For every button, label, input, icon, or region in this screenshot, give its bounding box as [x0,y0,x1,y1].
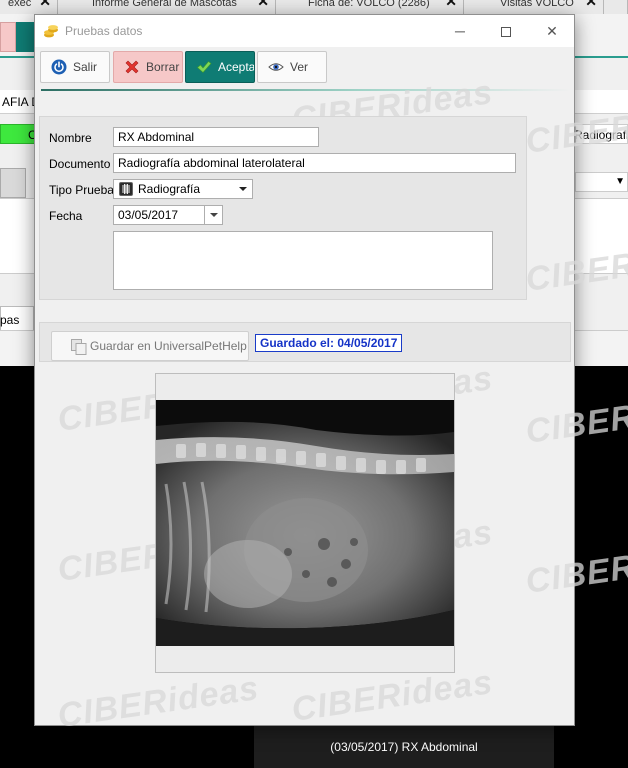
eye-icon [268,63,284,71]
name-label: Nombre [49,131,92,145]
background-green-status: C [0,124,37,144]
background-tab-pruebas-label: pas [0,313,20,327]
document-label: Documento [49,157,111,171]
background-tab-pruebas[interactable]: pas [0,306,34,330]
background-accept-button[interactable] [16,22,36,52]
radiography-icon [119,182,133,196]
dialog-title: Pruebas datos [65,24,143,38]
maximize-button[interactable] [483,15,529,47]
saved-status-text: Guardado el: 04/05/2017 [260,336,398,350]
accept-button-label: Aceptar [218,60,255,74]
pruebas-datos-dialog: Pruebas datos ─ ✕ Salir Borrar Aceptar [34,14,628,735]
save-button-label: Guardar en UniversalPetHelp [90,339,247,353]
document-input[interactable]: Radiografía abdominal laterolateral [113,153,516,173]
copy-icon [71,339,87,355]
background-tab-label: Visitas VOLCO [500,0,574,9]
background-combo[interactable]: ▼ [575,172,628,192]
date-label: Fecha [49,209,83,223]
background-tab-label: Ficha de: VOLCO (2286) [308,0,430,9]
background-tab-exec[interactable]: exec ✕ [0,0,58,14]
background-tab-label: Informe General de Mascotas [92,0,237,9]
minimize-button[interactable]: ─ [437,15,483,47]
chevron-down-icon [234,180,252,198]
close-button[interactable]: ✕ [529,15,575,47]
power-icon [51,59,67,75]
background-tab-informe[interactable]: Informe General de Mascotas ✕ [58,0,276,14]
maximize-icon [501,27,511,38]
background-caption-text: (03/05/2017) RX Abdominal [330,740,478,754]
minimize-icon: ─ [455,23,465,39]
test-type-select[interactable]: Radiografía [113,179,253,199]
close-icon[interactable]: ✕ [585,0,597,8]
delete-button-label: Borrar [146,60,180,74]
dialog-titlebar[interactable]: Pruebas datos ─ ✕ [35,15,574,47]
close-icon: ✕ [546,23,558,39]
close-icon[interactable]: ✕ [39,0,51,8]
background-tab-more[interactable] [604,0,628,14]
accept-button[interactable]: Aceptar [185,51,255,83]
watermark: CIBERideas [55,669,262,735]
view-button[interactable]: Ver [257,51,327,83]
background-right-field: Radiografia [575,124,628,144]
background-delete-button[interactable] [0,22,16,52]
view-button-label: Ver [290,60,309,74]
exit-button-label: Salir [73,60,98,74]
delete-button[interactable]: Borrar [113,51,183,83]
date-picker[interactable]: 03/05/2017 [113,205,223,225]
test-type-value: Radiografía [138,182,201,196]
date-value: 03/05/2017 [118,208,179,222]
background-right-text: Radiografia [575,128,627,142]
chevron-down-icon: ▼ [615,176,625,187]
background-tab-ficha[interactable]: Ficha de: VOLCO (2286) ✕ [276,0,464,14]
name-input[interactable]: RX Abdominal [113,127,319,147]
toolbar-separator [41,89,571,91]
document-input-value: Radiografía abdominal laterolateral [118,156,305,170]
saved-status-badge: Guardado el: 04/05/2017 [255,334,403,352]
background-tab-strip: exec ✕ Informe General de Mascotas ✕ Fic… [0,0,628,14]
name-input-value: RX Abdominal [118,130,195,144]
coins-icon [44,25,58,38]
exit-button[interactable]: Salir [40,51,110,83]
image-preview-frame [155,373,455,673]
red-x-icon [125,60,139,74]
notes-textarea[interactable] [113,231,493,290]
chevron-down-icon [204,206,222,224]
background-copy-button[interactable] [0,168,26,198]
background-tab-label: exec [8,0,32,9]
background-tab-visitas[interactable]: Visitas VOLCO ✕ [464,0,604,14]
close-icon[interactable]: ✕ [257,0,269,8]
check-icon [197,61,212,73]
test-type-label: Tipo Prueba [49,183,114,197]
background-image-caption: (03/05/2017) RX Abdominal [254,724,554,768]
save-universalpethelp-button[interactable]: Guardar en UniversalPetHelp [51,331,249,361]
xray-image [156,400,454,646]
close-icon[interactable]: ✕ [445,0,457,8]
